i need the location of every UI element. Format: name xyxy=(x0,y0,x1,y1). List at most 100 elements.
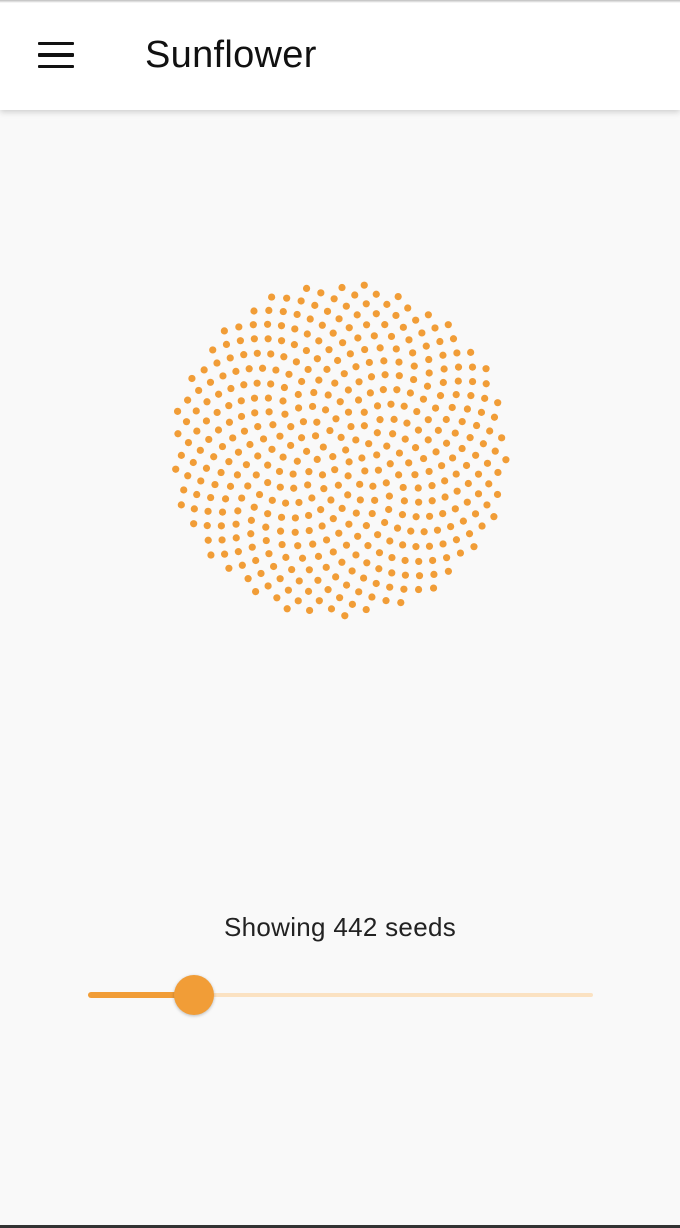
seed-dot xyxy=(339,339,347,347)
seed-dot xyxy=(277,337,286,345)
seed-dot xyxy=(415,498,423,506)
seed-dot xyxy=(407,527,415,535)
seed-dot xyxy=(306,315,314,323)
seed-dot xyxy=(415,572,424,580)
slider-thumb[interactable] xyxy=(174,975,215,1015)
seed-dot xyxy=(474,470,483,478)
seed-dot xyxy=(264,461,272,469)
seed-dot xyxy=(386,583,394,591)
seed-dot xyxy=(251,409,259,417)
seed-dot xyxy=(464,479,472,488)
seed-dot xyxy=(246,440,254,449)
seed-dot xyxy=(352,363,360,371)
seed-dot xyxy=(398,511,407,519)
seed-dot xyxy=(225,564,233,572)
seed-dot xyxy=(423,382,432,390)
seed-dot xyxy=(325,346,333,354)
seed-dot xyxy=(362,605,370,614)
seed-dot xyxy=(335,529,343,537)
seed-dot xyxy=(326,426,334,435)
seed-dot xyxy=(468,377,477,386)
seed-dot xyxy=(282,553,290,561)
seed-dot xyxy=(321,406,330,414)
seed-dot xyxy=(425,512,434,520)
seed-dot xyxy=(235,323,243,331)
seed-dot xyxy=(387,400,395,408)
seed-dot xyxy=(247,530,255,538)
seed-dot xyxy=(332,415,340,423)
seed-dot xyxy=(206,378,215,386)
seed-dot xyxy=(425,369,433,377)
seed-dot xyxy=(375,565,383,573)
seed-dot xyxy=(323,365,331,373)
seed-dot xyxy=(430,570,438,579)
seed-dot xyxy=(342,541,351,549)
seed-dot xyxy=(323,307,332,315)
seed-count-slider[interactable] xyxy=(88,975,593,1017)
seed-dot xyxy=(342,302,350,310)
seed-dot xyxy=(338,283,346,292)
seed-dot xyxy=(345,324,353,332)
seed-dot xyxy=(180,486,188,494)
seed-dot xyxy=(441,493,449,501)
seed-dot xyxy=(202,417,211,425)
seed-dot xyxy=(196,446,204,454)
seed-dot xyxy=(334,356,342,365)
seed-dot xyxy=(436,337,444,346)
seed-dot xyxy=(203,522,211,530)
seed-dot xyxy=(218,442,227,451)
seed-dot xyxy=(431,324,439,332)
seed-dot xyxy=(373,451,381,459)
seed-dot xyxy=(190,505,198,513)
seed-dot xyxy=(322,563,330,571)
seed-dot xyxy=(188,374,196,383)
seed-dot xyxy=(490,413,499,421)
seed-dot xyxy=(257,569,265,578)
seed-dot xyxy=(345,458,353,466)
seed-dot xyxy=(294,542,302,550)
seed-dot xyxy=(452,536,461,544)
seed-dot xyxy=(250,394,259,402)
seed-dot xyxy=(249,321,257,329)
seed-dot xyxy=(177,501,185,509)
seed-dot xyxy=(202,464,211,472)
seed-dot xyxy=(334,481,342,489)
seed-dot xyxy=(205,435,213,444)
seed-dot xyxy=(363,559,371,567)
seed-dot xyxy=(263,320,272,328)
seed-dot xyxy=(401,435,409,443)
seed-dot xyxy=(291,325,299,333)
seed-dot xyxy=(401,571,409,579)
seed-dot xyxy=(368,509,376,518)
seed-dot xyxy=(485,480,493,488)
seed-dot xyxy=(388,553,396,562)
seed-dot xyxy=(352,551,360,559)
seed-dot xyxy=(368,593,376,601)
seed-dot xyxy=(252,556,260,565)
seed-dot xyxy=(381,518,389,527)
seed-dot xyxy=(411,444,420,452)
seed-dot xyxy=(354,532,362,540)
seed-dot xyxy=(242,461,251,469)
seed-dot xyxy=(322,536,331,544)
seed-dot xyxy=(258,364,267,372)
seed-dot xyxy=(299,418,308,426)
seed-dot xyxy=(294,404,303,412)
seed-dot xyxy=(360,408,368,416)
seed-dot xyxy=(351,291,359,299)
seed-dot xyxy=(356,480,364,488)
seed-dot xyxy=(252,587,260,596)
seed-dot xyxy=(372,310,380,318)
seed-dot xyxy=(267,350,275,358)
seed-dot xyxy=(218,508,227,516)
seed-dot xyxy=(454,363,463,371)
seed-dot xyxy=(373,429,381,437)
seed-dot xyxy=(254,452,262,460)
seed-dot xyxy=(440,365,448,373)
seed-dot xyxy=(413,407,421,416)
seed-dot xyxy=(441,477,449,485)
menu-button[interactable] xyxy=(26,28,86,82)
seed-dot xyxy=(432,448,440,456)
seed-dot xyxy=(338,504,346,513)
seed-dot xyxy=(329,329,337,337)
